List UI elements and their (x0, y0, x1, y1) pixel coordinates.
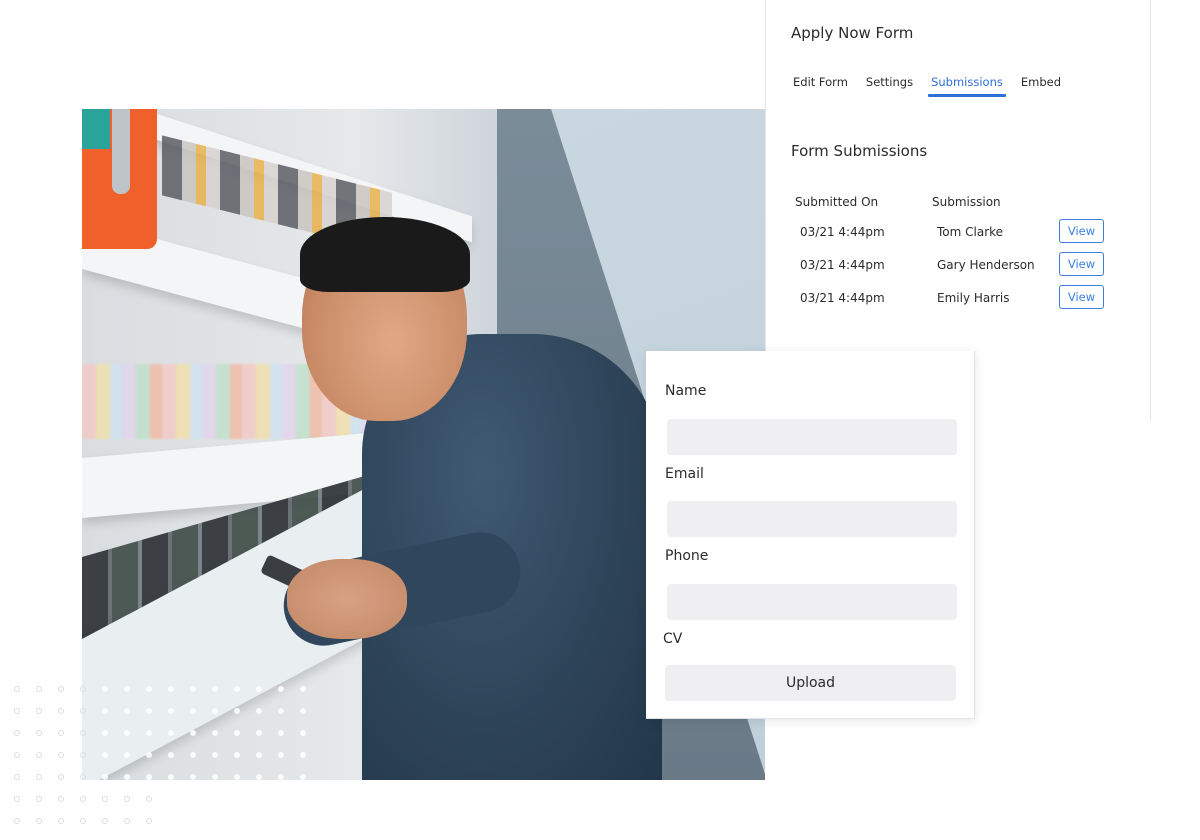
decorative-dot (58, 818, 64, 824)
cv-label: CV (663, 631, 683, 647)
phone-input[interactable] (667, 584, 957, 620)
decorative-dot (58, 730, 64, 736)
submission-name-cell: Gary Henderson (937, 257, 1035, 272)
phone-label: Phone (665, 548, 709, 564)
decorative-dot (14, 708, 20, 714)
view-button[interactable]: View (1059, 285, 1104, 309)
email-input[interactable] (667, 501, 957, 537)
decorative-dot (36, 752, 42, 758)
table-row: 03/21 4:44pm Gary Henderson View (795, 248, 1125, 281)
submissions-table: Submitted On Submission 03/21 4:44pm Tom… (795, 195, 1125, 314)
tab-settings[interactable]: Settings (866, 75, 913, 97)
form-title: Apply Now Form (791, 24, 914, 42)
name-input[interactable] (667, 419, 957, 455)
decorative-dot (80, 796, 86, 802)
decorative-dot (58, 774, 64, 780)
photo-teal-accent (82, 109, 110, 149)
decorative-dot (124, 796, 130, 802)
decorative-dot (58, 796, 64, 802)
decorative-dot (36, 774, 42, 780)
decorative-dot (36, 818, 42, 824)
table-row: 03/21 4:44pm Emily Harris View (795, 281, 1125, 314)
email-label: Email (665, 466, 704, 482)
decorative-dot (146, 818, 152, 824)
submission-name-cell: Emily Harris (937, 290, 1010, 305)
decorative-dot (146, 796, 152, 802)
decorative-dot (124, 818, 130, 824)
decorative-dot (36, 708, 42, 714)
column-header-submitted-on: Submitted On (795, 195, 879, 209)
submitted-on-cell: 03/21 4:44pm (800, 257, 885, 272)
decorative-dot (80, 818, 86, 824)
decorative-dot (102, 818, 108, 824)
decorative-dot (36, 730, 42, 736)
table-row: 03/21 4:44pm Tom Clarke View (795, 215, 1125, 248)
tab-edit-form[interactable]: Edit Form (793, 75, 848, 97)
submitted-on-cell: 03/21 4:44pm (800, 290, 885, 305)
apply-form-card: Name Email Phone CV Upload (646, 351, 975, 719)
section-title: Form Submissions (791, 142, 928, 160)
decorative-dot (36, 796, 42, 802)
decorative-dot (36, 686, 42, 692)
tab-submissions[interactable]: Submissions (928, 75, 1006, 97)
form-tabs: Edit Form Settings Submissions Embed (793, 75, 1079, 97)
decorative-dot (58, 752, 64, 758)
decorative-dot (102, 796, 108, 802)
name-label: Name (665, 383, 707, 399)
decorative-dot (14, 686, 20, 692)
decorative-dot (14, 818, 20, 824)
submission-name-cell: Tom Clarke (937, 224, 1004, 239)
decorative-dot (58, 686, 64, 692)
decorative-dot (14, 796, 20, 802)
photo-person-hair (300, 217, 470, 292)
submitted-on-cell: 03/21 4:44pm (800, 224, 885, 239)
view-button[interactable]: View (1059, 219, 1104, 243)
decorative-dot (14, 730, 20, 736)
upload-button[interactable]: Upload (665, 665, 956, 701)
decorative-dot (14, 774, 20, 780)
tab-embed[interactable]: Embed (1021, 75, 1061, 97)
table-header: Submitted On Submission (795, 195, 1125, 215)
view-button[interactable]: View (1059, 252, 1104, 276)
decorative-dot (58, 708, 64, 714)
photo-person-hands (287, 559, 407, 639)
column-header-submission: Submission (932, 195, 1001, 209)
decorative-dot (14, 752, 20, 758)
